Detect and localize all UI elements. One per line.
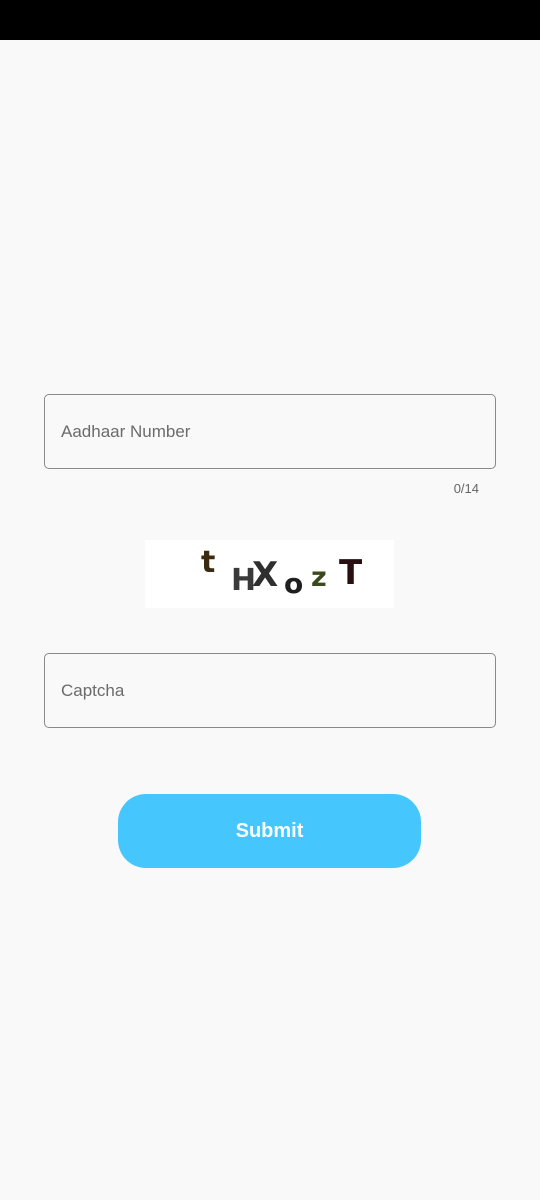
captcha-glyph: z (311, 562, 327, 593)
captcha-input[interactable] (45, 654, 495, 727)
captcha-glyph: X (252, 555, 279, 595)
status-bar (0, 0, 540, 40)
submit-button[interactable]: Submit (118, 794, 421, 868)
aadhaar-character-counter: 0/14 (453, 481, 479, 496)
captcha-glyph: T (339, 553, 363, 593)
captcha-image: t H X o z T (145, 540, 394, 608)
aadhaar-number-input[interactable] (45, 395, 495, 468)
captcha-glyph: t (201, 545, 216, 580)
captcha-glyph: o (284, 567, 304, 600)
captcha-field[interactable] (44, 653, 496, 728)
aadhaar-number-field[interactable] (44, 394, 496, 469)
